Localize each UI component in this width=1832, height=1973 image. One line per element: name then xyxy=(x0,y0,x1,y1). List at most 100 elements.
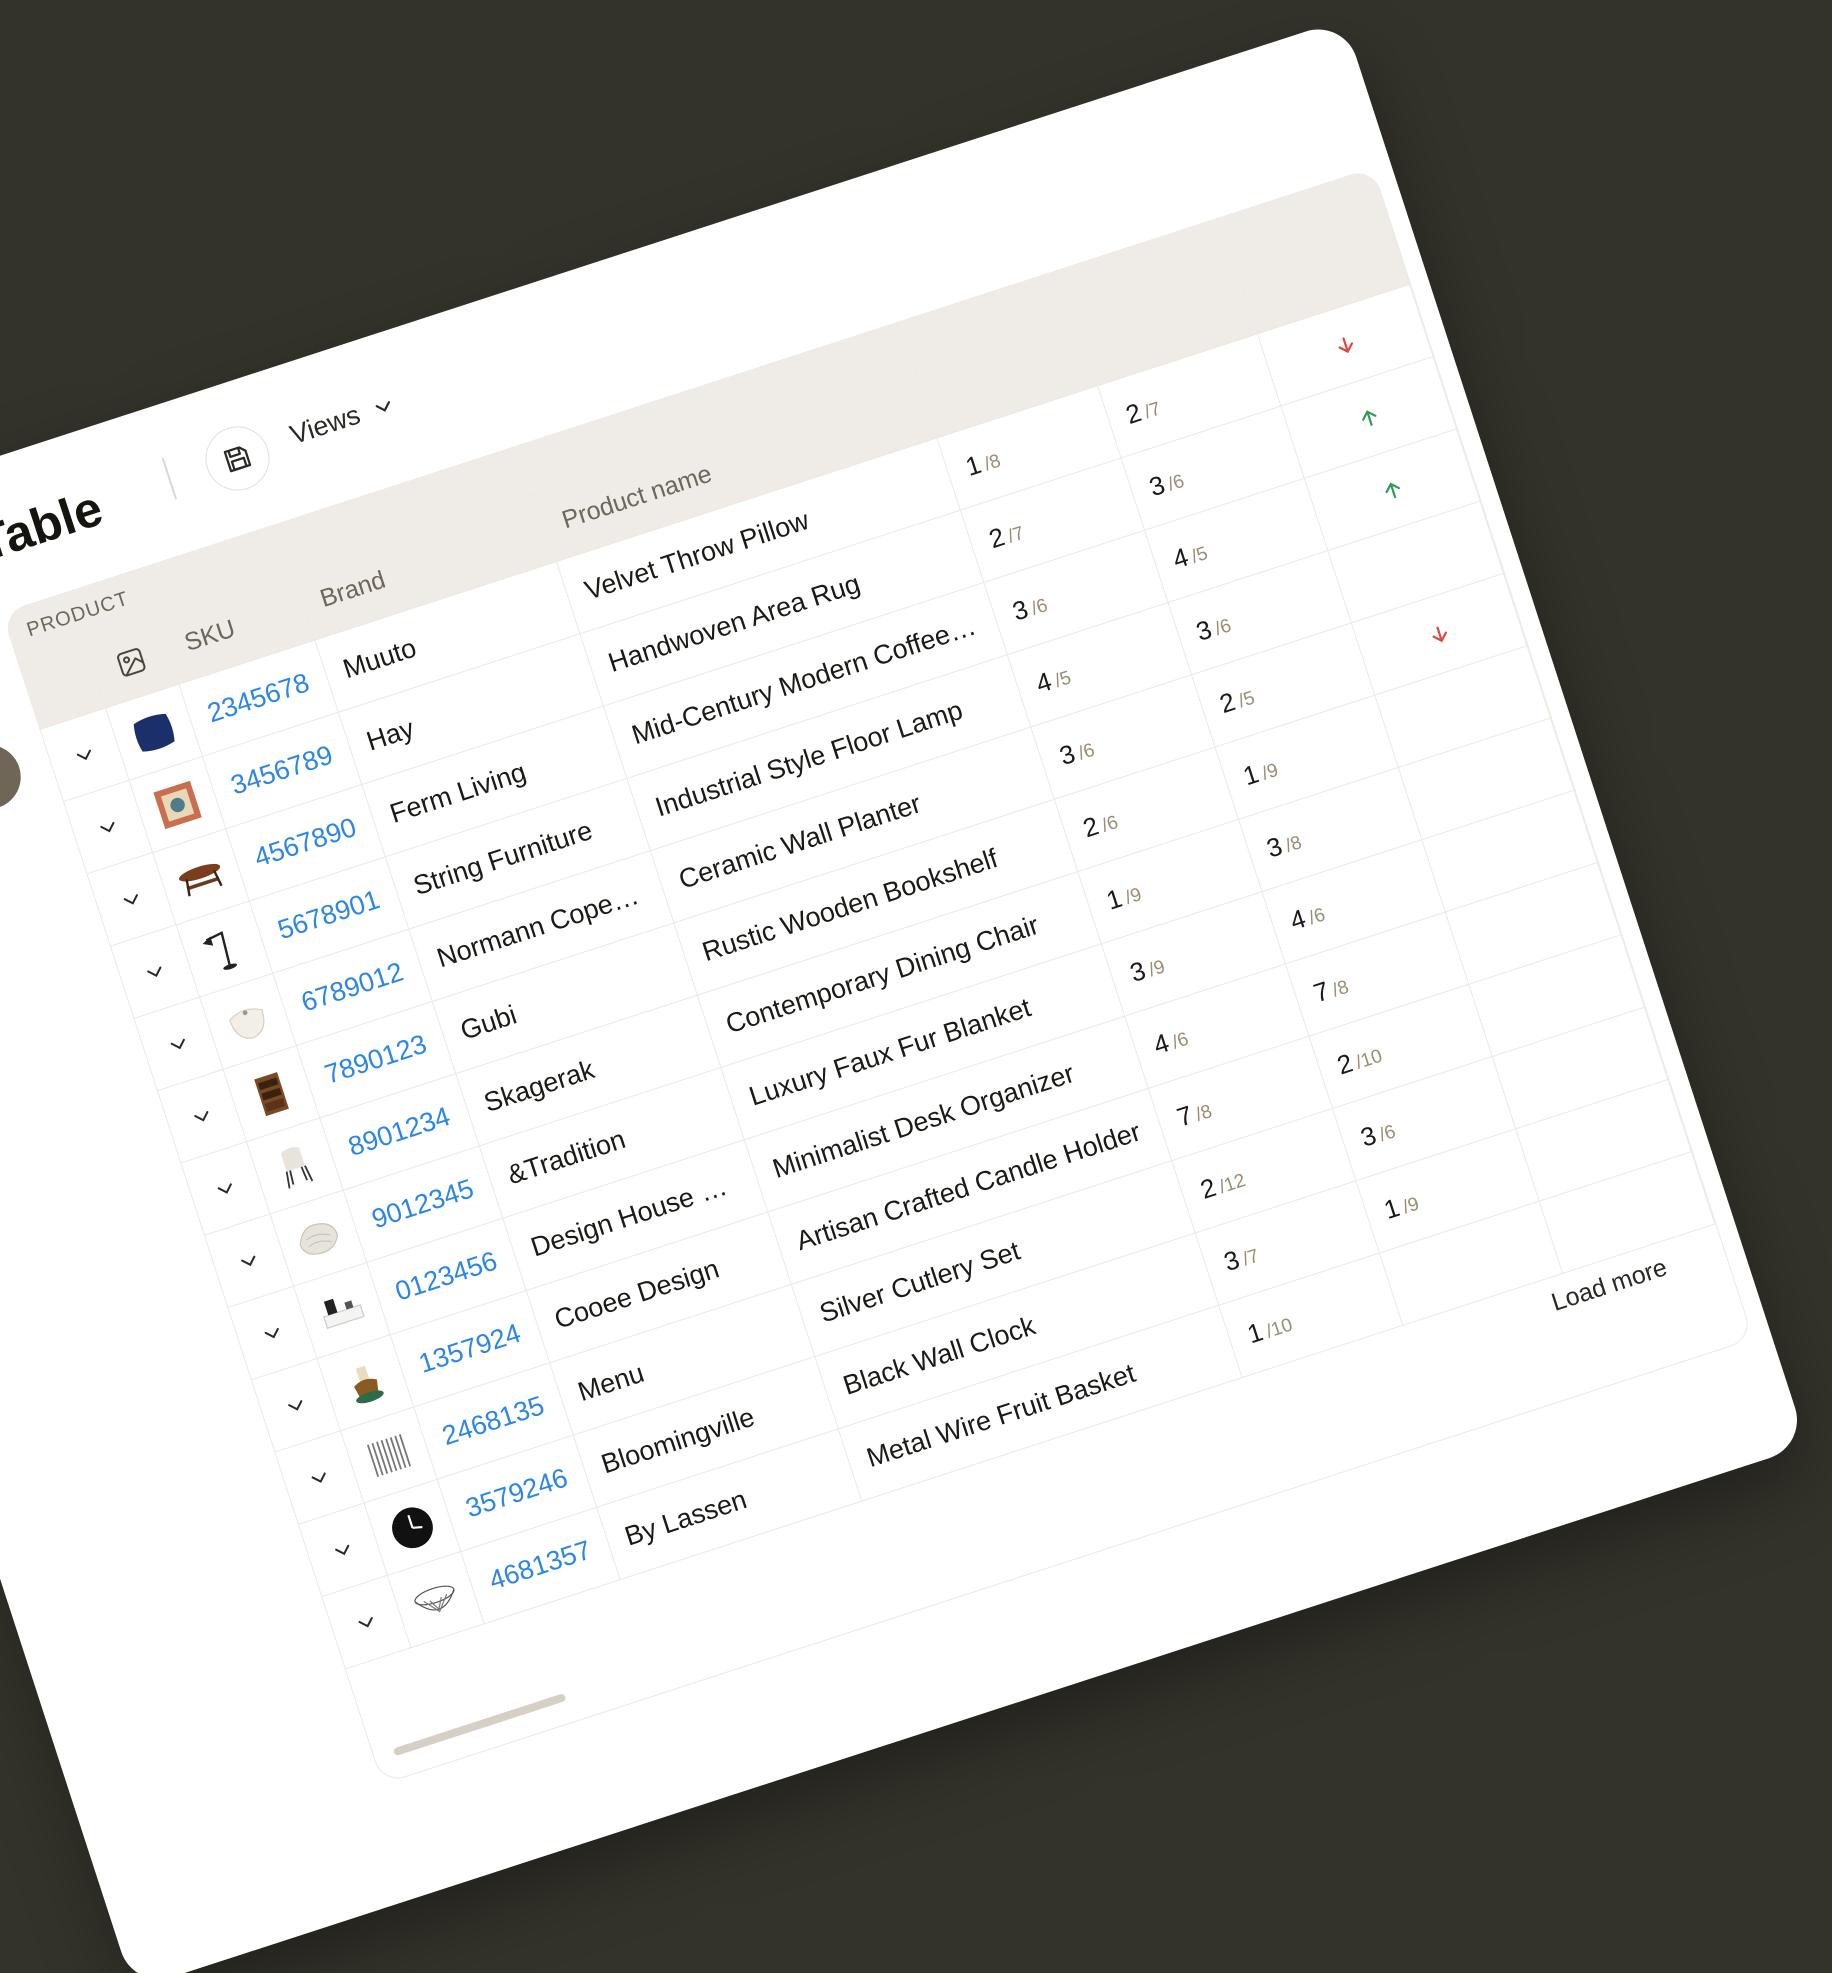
rank-1-total: /7 xyxy=(1005,522,1027,548)
views-label: Views xyxy=(286,399,364,451)
brand-text: Menu xyxy=(574,1357,648,1408)
rank-1-number: 4 xyxy=(1032,665,1056,699)
rank-1-total: /9 xyxy=(1146,956,1168,982)
sku-link[interactable]: 3579246 xyxy=(462,1462,572,1524)
rank-2-value: 3/6 xyxy=(1192,608,1234,648)
rank-1-number: 2 xyxy=(1079,810,1103,844)
table-image xyxy=(166,841,237,912)
candle-image xyxy=(330,1347,401,1418)
rank-1-value: 4/6 xyxy=(1150,1021,1192,1061)
rank-1-total: /10 xyxy=(1263,1314,1296,1343)
rank-1-number: 3 xyxy=(1008,593,1032,627)
rank-2-number xyxy=(1404,1269,1413,1298)
rank-1-number: 1 xyxy=(1102,882,1126,916)
sku-link[interactable]: 0123456 xyxy=(392,1246,502,1308)
organizer-image xyxy=(307,1275,378,1346)
sku-link[interactable]: 2345678 xyxy=(204,667,314,729)
horizontal-scrollbar[interactable] xyxy=(392,1693,567,1757)
arrow-up-icon xyxy=(1361,409,1376,426)
collapse-sidebar-button[interactable] xyxy=(0,660,5,742)
rank-2-total: /8 xyxy=(1282,832,1305,857)
save-view-button[interactable] xyxy=(197,418,278,499)
chevron-down-icon xyxy=(123,893,138,905)
rank-2-total: /6 xyxy=(1212,615,1234,641)
image-icon xyxy=(116,647,146,677)
arrow-up-icon xyxy=(1385,482,1400,498)
rank-1-total: /9 xyxy=(1122,884,1145,910)
rank-2-number: 3 xyxy=(1192,613,1216,647)
rank-2-total xyxy=(1410,1275,1416,1295)
sku-link[interactable]: 1357924 xyxy=(415,1318,525,1380)
sku-link[interactable]: 6789012 xyxy=(298,956,408,1018)
rank-2-value xyxy=(1404,1268,1417,1299)
rank-2-total: /10 xyxy=(1353,1045,1385,1074)
rank-1-value: 7/8 xyxy=(1173,1093,1215,1133)
sku-link[interactable]: 5678901 xyxy=(274,884,384,946)
rank-2-number: 3 xyxy=(1262,830,1286,864)
rank-1-total: /6 xyxy=(1028,595,1051,620)
app-window: Table Views PRODUCT SKU Brand Product na… xyxy=(0,19,1808,1973)
rank-2-value: 3/6 xyxy=(1357,1114,1399,1154)
sku-link[interactable]: 3456789 xyxy=(227,740,337,802)
rank-2-total: /8 xyxy=(1329,976,1352,1002)
rank-1-total: /6 xyxy=(1075,739,1098,765)
star-icon xyxy=(0,761,5,794)
blanket-image xyxy=(283,1203,354,1274)
rank-2-value: 7/8 xyxy=(1310,969,1352,1009)
rank-2-total: /9 xyxy=(1259,759,1281,785)
sku-link[interactable]: 7890123 xyxy=(321,1029,431,1091)
rank-2-number: 2 xyxy=(1333,1047,1357,1081)
chevron-down-icon xyxy=(334,1544,350,1555)
lamp-image xyxy=(189,914,260,985)
rank-2-total: /6 xyxy=(1165,470,1188,496)
brand-text: Gubi xyxy=(456,999,521,1046)
brand-text: &Tradition xyxy=(503,1123,630,1191)
rank-1-value: 3/6 xyxy=(1056,732,1098,772)
chevron-down-icon xyxy=(358,1616,373,1628)
chevron-down-icon xyxy=(375,400,390,412)
brand-text: Hay xyxy=(362,713,418,757)
rank-1-total: /6 xyxy=(1169,1028,1192,1054)
rank-1-total: /6 xyxy=(1099,811,1121,837)
rank-2-number: 1 xyxy=(1239,758,1263,792)
rank-2-number: 7 xyxy=(1309,975,1333,1009)
rank-2-number: 4 xyxy=(1168,541,1192,575)
planter-image xyxy=(213,986,284,1057)
rank-1-number: 3 xyxy=(1126,954,1150,988)
sku-link[interactable]: 9012345 xyxy=(368,1173,478,1235)
rank-2-total: /5 xyxy=(1235,687,1258,713)
rank-1-total: /8 xyxy=(1193,1100,1215,1126)
views-dropdown[interactable]: Views xyxy=(286,388,398,451)
sku-link[interactable]: 4681357 xyxy=(485,1535,595,1597)
rank-1-number: 7 xyxy=(1173,1099,1197,1133)
rank-2-value: 2/5 xyxy=(1216,680,1258,720)
rank-1-value: 3/7 xyxy=(1220,1238,1262,1278)
chevron-down-icon xyxy=(311,1472,326,1483)
chevron-down-icon xyxy=(217,1182,232,1194)
brand-text: Skagerak xyxy=(480,1054,598,1118)
basket-image xyxy=(401,1564,472,1635)
product-table: PRODUCT SKU Brand Product name 2345678 M… xyxy=(1,167,1754,1785)
favorite-button[interactable] xyxy=(0,736,30,818)
chevron-down-icon xyxy=(287,1399,303,1411)
sku-link[interactable]: 8901234 xyxy=(345,1101,455,1163)
sku-link[interactable]: 2468135 xyxy=(439,1390,549,1452)
rank-1-number: 2 xyxy=(985,521,1009,555)
rank-1-value: 3/9 xyxy=(1126,949,1168,989)
rank-2-number: 2 xyxy=(1215,686,1239,720)
rank-2-value: 4/6 xyxy=(1286,897,1328,937)
rank-2-value: 3/6 xyxy=(1145,463,1187,503)
rank-2-value: 4/5 xyxy=(1169,535,1211,575)
rank-2-total: /6 xyxy=(1306,904,1328,930)
bookshelf-image xyxy=(236,1058,307,1129)
chevron-down-icon xyxy=(240,1255,256,1266)
rank-1-number: 1 xyxy=(1243,1316,1267,1350)
rank-2-number: 2 xyxy=(1121,396,1145,430)
rank-2-value: 2/10 xyxy=(1333,1038,1385,1081)
rank-2-value: 2/7 xyxy=(1122,391,1164,431)
chevron-down-icon xyxy=(146,966,162,977)
rank-1-number: 1 xyxy=(961,448,985,482)
sku-link[interactable]: 4567890 xyxy=(251,812,361,874)
rank-2-number: 3 xyxy=(1356,1119,1380,1153)
rank-1-value: 2/7 xyxy=(985,515,1027,555)
